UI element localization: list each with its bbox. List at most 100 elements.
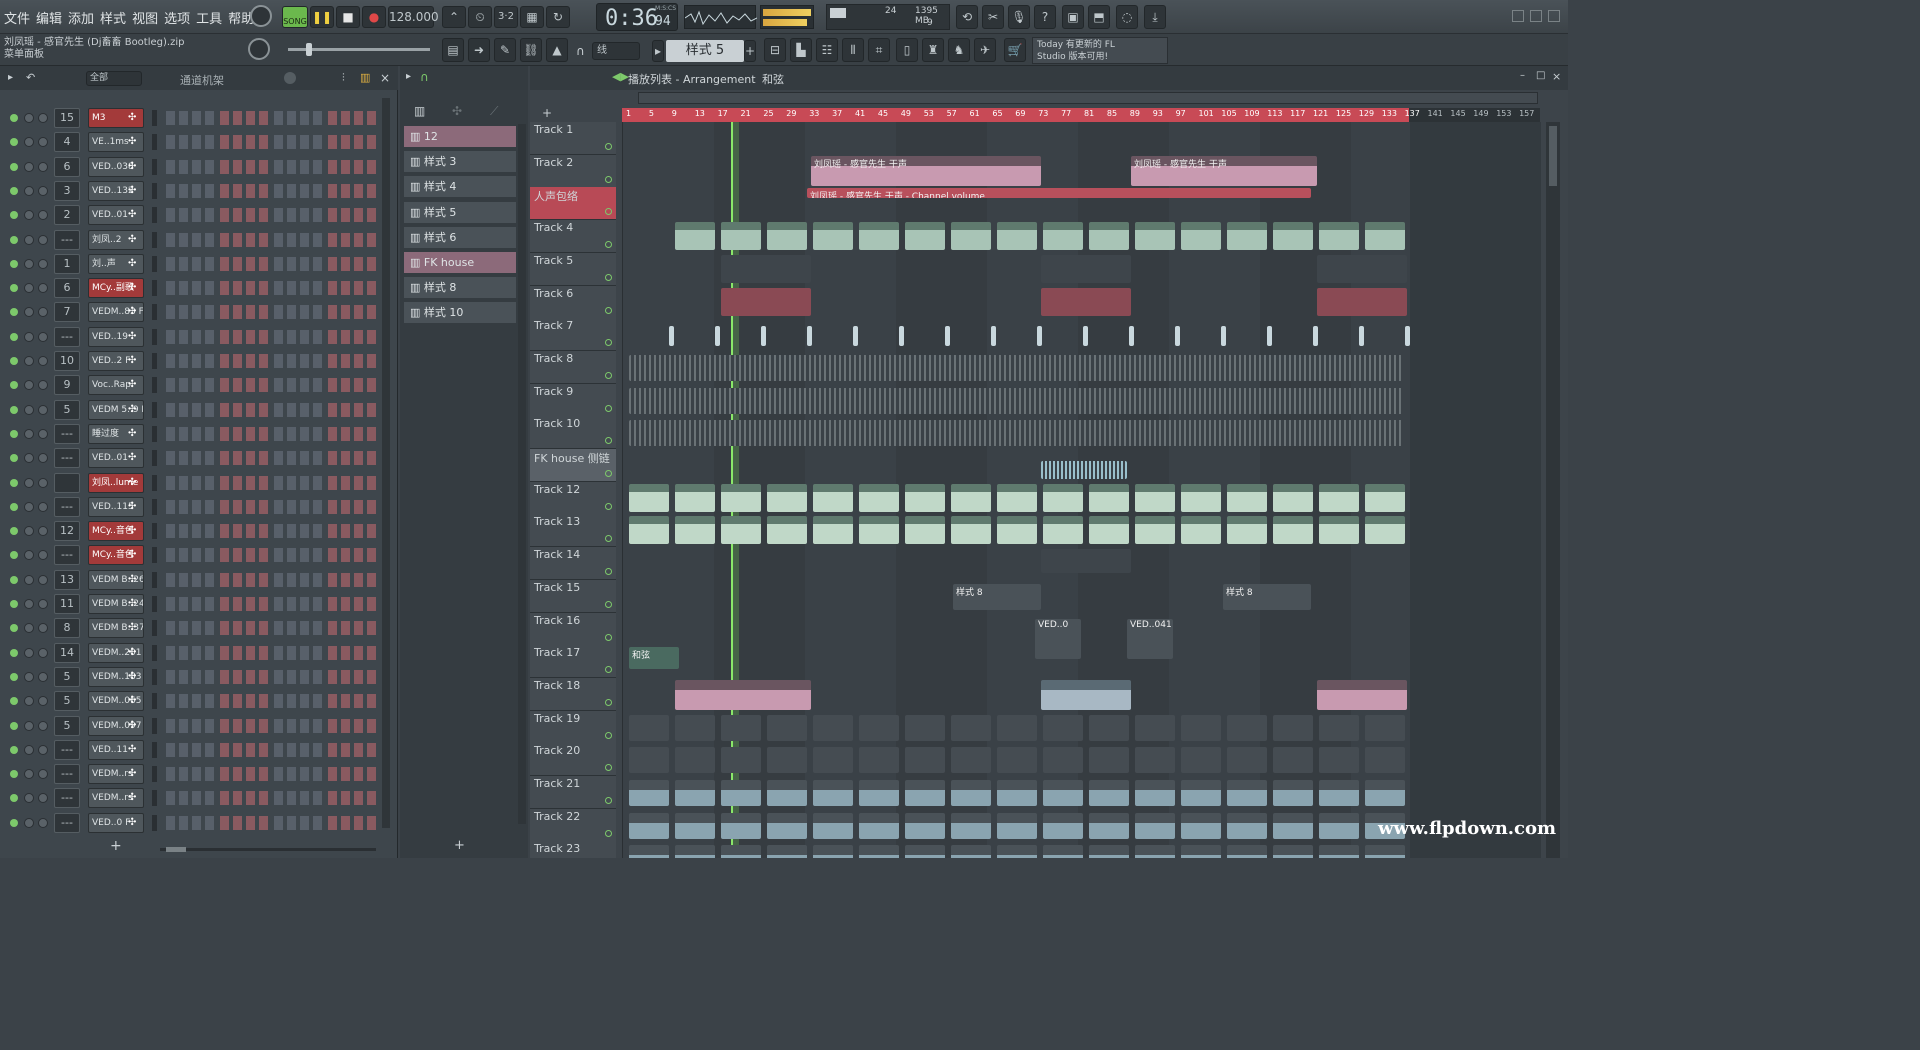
track-header[interactable]: Track 5 bbox=[530, 252, 616, 286]
step-sequencer[interactable] bbox=[166, 694, 376, 709]
record-button[interactable]: ● bbox=[362, 6, 386, 28]
pattern-clip[interactable] bbox=[1365, 747, 1405, 774]
pattern-clip[interactable] bbox=[761, 326, 766, 347]
channel-row[interactable]: 6 MCy..副歌 ✣ bbox=[0, 276, 390, 300]
pattern-clip[interactable] bbox=[629, 714, 669, 741]
audio-clip[interactable] bbox=[1365, 780, 1405, 806]
track-header[interactable]: Track 9 bbox=[530, 383, 616, 417]
channel-pan-knob[interactable] bbox=[24, 599, 34, 609]
channel-row[interactable]: 11 VEDM B..24 F ✣ bbox=[0, 592, 390, 616]
pattern-clip[interactable]: 样式 8 bbox=[1223, 583, 1311, 610]
mixer-track-number[interactable]: 10 bbox=[54, 351, 80, 371]
mute-led-icon[interactable] bbox=[10, 162, 18, 171]
step-sequencer[interactable] bbox=[166, 669, 376, 684]
audio-clip[interactable] bbox=[1273, 812, 1313, 839]
audio-clip[interactable] bbox=[1135, 845, 1175, 858]
audio-clip[interactable] bbox=[1273, 845, 1313, 858]
pattern-clip[interactable] bbox=[675, 222, 715, 251]
pattern-clip[interactable] bbox=[1135, 747, 1175, 774]
pattern-clip[interactable] bbox=[859, 516, 899, 545]
picker-audio-icon[interactable]: ✣ bbox=[452, 104, 462, 118]
mute-led-icon[interactable] bbox=[10, 624, 18, 633]
pattern-item[interactable]: ▥ 样式 5 bbox=[404, 201, 516, 223]
pattern-clip[interactable] bbox=[1273, 516, 1313, 545]
rack-close-icon[interactable]: × bbox=[380, 71, 390, 85]
pattern-clip[interactable] bbox=[1135, 714, 1175, 741]
mixer-track-number[interactable]: 5 bbox=[54, 691, 80, 712]
channel-volume-knob[interactable] bbox=[38, 526, 48, 537]
audio-clip[interactable] bbox=[1365, 845, 1405, 858]
channel-pan-knob[interactable] bbox=[24, 307, 34, 318]
channel-volume-knob[interactable] bbox=[38, 769, 48, 780]
step-sequencer[interactable] bbox=[166, 767, 376, 782]
audio-clip[interactable] bbox=[859, 812, 899, 839]
track-mute-icon[interactable] bbox=[605, 175, 612, 183]
channel-select-icon[interactable]: ✣ bbox=[128, 404, 136, 415]
channel-row[interactable]: --- VED..11 ✣ bbox=[0, 738, 390, 762]
mute-led-icon[interactable] bbox=[10, 138, 18, 147]
step-sequencer[interactable] bbox=[166, 742, 376, 757]
channel-select-indicator[interactable] bbox=[152, 207, 157, 224]
news-panel[interactable]: Today 有更新的 FL Studio 版本可用! bbox=[1032, 37, 1168, 64]
browser-icon[interactable]: ⌗ bbox=[868, 38, 890, 62]
step-sequencer[interactable] bbox=[166, 256, 376, 271]
step-sequencer[interactable] bbox=[166, 354, 376, 368]
tempo-display[interactable]: 128.000 bbox=[388, 6, 439, 28]
pattern-prev-button[interactable]: ▸ bbox=[652, 40, 664, 62]
magnet-icon[interactable]: ∩ bbox=[576, 44, 585, 58]
mute-led-icon[interactable] bbox=[10, 721, 18, 730]
audio-clip[interactable] bbox=[629, 845, 669, 858]
pattern-clip[interactable] bbox=[951, 516, 991, 545]
pattern-clip[interactable] bbox=[1365, 516, 1405, 545]
channel-pan-knob[interactable] bbox=[24, 696, 34, 707]
channel-select-indicator[interactable] bbox=[152, 474, 157, 491]
pattern-clip[interactable] bbox=[859, 483, 899, 512]
picker-patterns-icon[interactable]: ▥ bbox=[414, 104, 425, 118]
channel-pan-knob[interactable] bbox=[24, 185, 34, 196]
mixer-track-number[interactable]: 15 bbox=[54, 108, 80, 128]
channel-select-icon[interactable]: ✣ bbox=[128, 549, 136, 560]
audio-clip[interactable] bbox=[1273, 780, 1313, 806]
pattern-clip[interactable] bbox=[1221, 326, 1226, 347]
channel-select-indicator[interactable] bbox=[152, 717, 157, 734]
plugin-icon[interactable]: ▯ bbox=[896, 38, 918, 62]
audio-clip[interactable] bbox=[1319, 780, 1359, 806]
channel-volume-knob[interactable] bbox=[38, 428, 48, 439]
channel-row[interactable]: --- VED..0 F ✣ bbox=[0, 811, 390, 835]
pattern-clip[interactable] bbox=[997, 516, 1037, 545]
pattern-clip[interactable] bbox=[721, 222, 761, 251]
channel-select-indicator[interactable] bbox=[152, 693, 157, 710]
channel-volume-knob[interactable] bbox=[38, 210, 48, 221]
chat-icon[interactable]: ◌ bbox=[1116, 5, 1138, 29]
mixer-track-number[interactable]: 5 bbox=[54, 715, 80, 736]
channel-pan-knob[interactable] bbox=[24, 817, 34, 828]
channel-pan-knob[interactable] bbox=[24, 550, 34, 561]
pitch-knob[interactable] bbox=[248, 38, 270, 60]
stamp-icon[interactable]: ▲ bbox=[546, 38, 568, 62]
mute-led-icon[interactable] bbox=[10, 381, 18, 390]
channel-pan-knob[interactable] bbox=[24, 283, 34, 294]
pattern-clip[interactable] bbox=[669, 326, 674, 347]
audio-clip[interactable] bbox=[1181, 780, 1221, 806]
channel-row[interactable]: 7 VEDM..83 F# ✣ bbox=[0, 300, 390, 324]
playlist-minimize-icon[interactable]: – bbox=[1520, 70, 1525, 81]
mixer-track-number[interactable]: 5 bbox=[54, 666, 80, 687]
step-view-icon[interactable]: ▥ bbox=[360, 71, 370, 84]
download-icon[interactable]: ⤓ bbox=[1144, 5, 1166, 29]
pattern-clip[interactable] bbox=[859, 714, 899, 741]
audio-clip[interactable] bbox=[951, 812, 991, 839]
cut-icon[interactable]: ✂ bbox=[982, 5, 1004, 29]
channel-select-indicator[interactable] bbox=[152, 158, 157, 175]
step-sequencer[interactable] bbox=[166, 135, 376, 150]
channel-volume-knob[interactable] bbox=[38, 599, 48, 609]
track-header[interactable]: Track 10 bbox=[530, 416, 616, 450]
export-icon[interactable]: ⬒ bbox=[1088, 5, 1110, 29]
mute-led-icon[interactable] bbox=[10, 818, 18, 827]
channel-select-icon[interactable]: ✣ bbox=[128, 331, 136, 342]
channel-select-icon[interactable]: ✣ bbox=[128, 671, 136, 682]
channel-pan-knob[interactable] bbox=[24, 647, 34, 658]
pattern-clip[interactable] bbox=[1227, 747, 1267, 774]
audio-clip[interactable] bbox=[1181, 845, 1221, 858]
playlist-close-icon[interactable]: × bbox=[1552, 70, 1561, 83]
pattern-item[interactable]: ▥ 样式 4 bbox=[404, 176, 516, 198]
